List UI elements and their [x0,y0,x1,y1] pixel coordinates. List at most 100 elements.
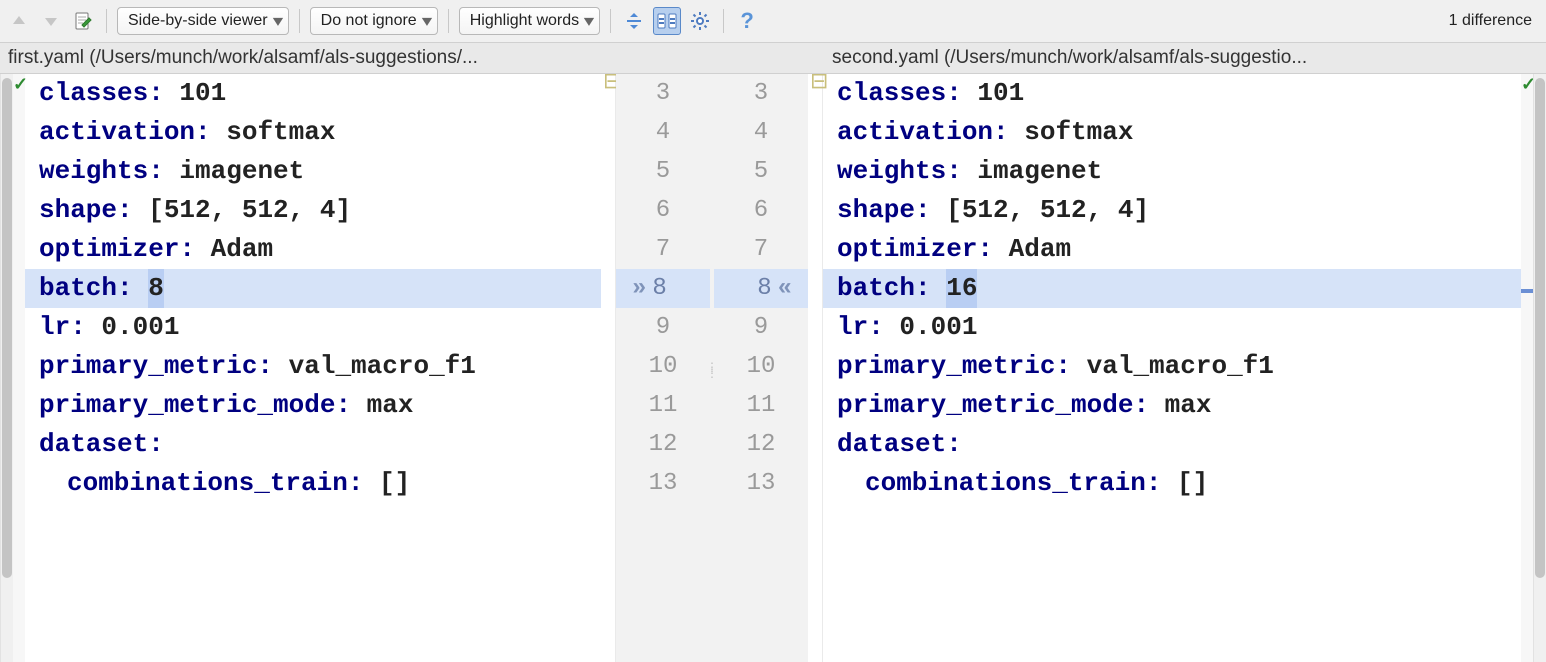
right-code[interactable]: classes: 101activation: softmaxweights: … [823,74,1521,662]
line-number[interactable]: 4 [714,113,808,152]
prev-diff-button[interactable] [6,8,32,34]
code-line[interactable]: primary_metric_mode: max [823,386,1521,425]
code-line[interactable]: combinations_train: [] [823,464,1521,503]
code-line[interactable]: shape: [512, 512, 4] [823,191,1521,230]
yaml-value: max [1149,386,1211,425]
yaml-value: Adam [993,230,1071,269]
fold-indicator-icon: ⊟ [603,74,616,88]
highlight-mode-label: Highlight words [470,12,579,30]
yaml-value [133,269,149,308]
edit-source-button[interactable] [70,8,96,34]
collapse-unchanged-button[interactable] [621,8,647,34]
code-line[interactable]: dataset: [823,425,1521,464]
diff-status: 1 difference [1449,12,1540,30]
code-line[interactable]: weights: imagenet [25,152,601,191]
line-number[interactable]: 9 [616,308,710,347]
left-file-path: first.yaml (/Users/munch/work/alsamf/als… [8,47,478,69]
line-number[interactable]: 11 [616,386,710,425]
help-button[interactable]: ? [734,8,760,34]
line-number[interactable]: 3 [616,74,710,113]
toolbar-divider [448,9,449,33]
left-marker-stripe[interactable]: ✓ [13,74,25,662]
line-number[interactable]: 6 [616,191,710,230]
diff-body: ✓ classes: 101activation: softmaxweights… [0,74,1546,662]
yaml-key: shape: [39,191,133,230]
left-code[interactable]: classes: 101activation: softmaxweights: … [25,74,601,662]
sync-scroll-icon [656,11,678,31]
inline-diff-value: 16 [946,269,977,308]
left-fold-stripe[interactable]: ⊟ [601,74,616,662]
gutter-right[interactable]: 345678«910111213 [714,74,808,662]
line-number[interactable]: 9 [714,308,808,347]
line-number[interactable]: 7 [714,230,808,269]
line-number[interactable]: 6 [714,191,808,230]
code-line[interactable]: combinations_train: [] [25,464,601,503]
code-line[interactable]: weights: imagenet [823,152,1521,191]
code-line[interactable]: batch: 8 [25,269,601,308]
gutter-left[interactable]: 34567»8910111213 [616,74,710,662]
apply-left-icon[interactable]: « [778,275,792,302]
yaml-value: softmax [211,113,336,152]
line-number[interactable]: 5 [714,152,808,191]
settings-button[interactable] [687,8,713,34]
line-number[interactable]: 10 [714,347,808,386]
inline-diff-value: 8 [148,269,164,308]
yaml-value: val_macro_f1 [1071,347,1274,386]
code-line[interactable]: primary_metric: val_macro_f1 [823,347,1521,386]
code-line[interactable]: primary_metric_mode: max [25,386,601,425]
line-number[interactable]: 12 [616,425,710,464]
sync-scroll-button[interactable] [653,7,681,35]
line-number[interactable]: 10 [616,347,710,386]
yaml-key: batch: [39,269,133,308]
line-number-gutter: 34567»8910111213 ⋮⋮ 345678«910111213 [616,74,808,662]
toolbar-divider [723,9,724,33]
left-scrollbar[interactable] [0,74,13,662]
right-fold-stripe[interactable]: ⊟ [808,74,823,662]
code-line[interactable]: classes: 101 [823,74,1521,113]
check-icon: ✓ [1521,74,1533,95]
line-number[interactable]: 13 [714,464,808,503]
right-marker-stripe[interactable]: ✓ [1521,74,1533,662]
line-number[interactable]: »8 [616,269,710,308]
yaml-value: softmax [1009,113,1134,152]
apply-right-icon[interactable]: » [632,275,646,302]
line-number[interactable]: 4 [616,113,710,152]
code-line[interactable]: activation: softmax [25,113,601,152]
yaml-value: 101 [164,74,226,113]
code-line[interactable]: lr: 0.001 [823,308,1521,347]
line-number[interactable]: 8« [714,269,808,308]
ignore-mode-dropdown[interactable]: Do not ignore ▾ [310,7,438,35]
code-line[interactable]: primary_metric: val_macro_f1 [25,347,601,386]
yaml-value: Adam [195,230,273,269]
code-line[interactable]: optimizer: Adam [823,230,1521,269]
ignore-mode-label: Do not ignore [321,12,417,30]
viewer-mode-dropdown[interactable]: Side-by-side viewer ▾ [117,7,289,35]
code-line[interactable]: activation: softmax [823,113,1521,152]
right-scrollbar[interactable] [1533,74,1546,662]
yaml-key: dataset: [837,425,962,464]
code-line[interactable]: batch: 16 [823,269,1521,308]
yaml-value: imagenet [962,152,1102,191]
next-diff-button[interactable] [38,8,64,34]
code-line[interactable]: optimizer: Adam [25,230,601,269]
line-number[interactable]: 7 [616,230,710,269]
code-line[interactable]: lr: 0.001 [25,308,601,347]
left-file-header[interactable]: first.yaml (/Users/munch/work/alsamf/als… [0,43,824,73]
yaml-value: [] [363,464,410,503]
right-file-header[interactable]: second.yaml (/Users/munch/work/alsamf/al… [824,43,1546,73]
line-number[interactable]: 5 [616,152,710,191]
yaml-value: [512, 512, 4] [931,191,1149,230]
yaml-value: 0.001 [86,308,180,347]
line-number[interactable]: 3 [714,74,808,113]
yaml-key: primary_metric: [837,347,1071,386]
code-line[interactable]: classes: 101 [25,74,601,113]
yaml-key: primary_metric: [39,347,273,386]
code-line[interactable]: dataset: [25,425,601,464]
yaml-key: primary_metric_mode: [837,386,1149,425]
code-line[interactable]: shape: [512, 512, 4] [25,191,601,230]
line-number[interactable]: 12 [714,425,808,464]
line-number[interactable]: 11 [714,386,808,425]
highlight-mode-dropdown[interactable]: Highlight words ▾ [459,7,600,35]
fold-indicator-icon: ⊟ [810,74,828,88]
line-number[interactable]: 13 [616,464,710,503]
